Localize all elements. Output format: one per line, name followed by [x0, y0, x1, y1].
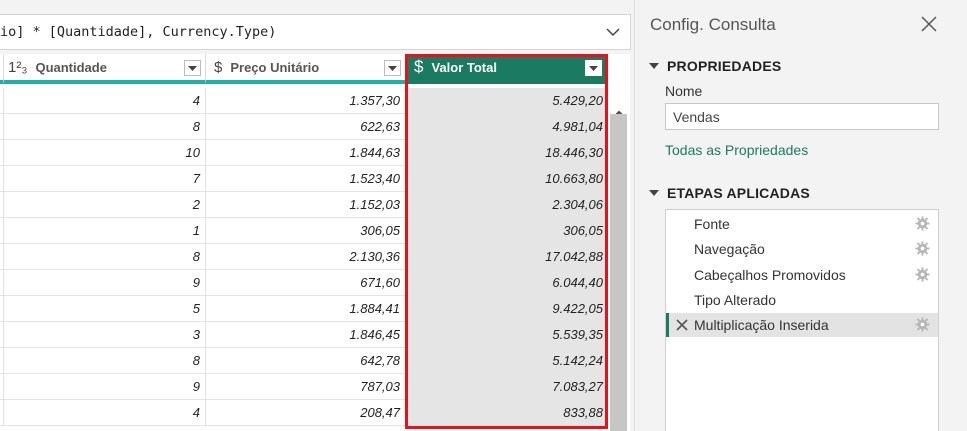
table-row[interactable]: 4 208,47 833,88: [0, 400, 630, 426]
cell-quantidade[interactable]: 8: [4, 244, 206, 270]
cell-valor-total[interactable]: 7.083,27: [406, 374, 607, 400]
cell-quantidade[interactable]: 3: [4, 322, 206, 348]
cell-preco-unitario[interactable]: 787,03: [206, 374, 406, 400]
gear-icon[interactable]: [915, 267, 930, 282]
applied-step-label: Fonte: [694, 216, 730, 232]
name-label: Nome: [665, 83, 703, 99]
cell-valor-total[interactable]: 5.539,35: [406, 322, 607, 348]
cell-preco-unitario[interactable]: 1.884,41: [206, 296, 406, 322]
applied-step[interactable]: Multiplicação Inserida: [666, 313, 938, 338]
cell-valor-total[interactable]: 2.304,06: [406, 192, 607, 218]
collapse-triangle-icon[interactable]: [649, 63, 659, 69]
cell-quantidade[interactable]: 2: [4, 192, 206, 218]
applied-step-label: Cabeçalhos Promovidos: [694, 266, 846, 283]
applied-step[interactable]: Fonte: [666, 212, 938, 236]
formula-text[interactable]: io] * [Quantidade], Currency.Type): [0, 24, 276, 40]
table-row[interactable]: 7 1.523,40 10.663,80: [0, 166, 630, 192]
column-header-quantidade[interactable]: 1²₃ Quantidade: [4, 54, 206, 84]
table-row[interactable]: 10 1.844,63 18.446,30: [0, 140, 630, 166]
cell-quantidade[interactable]: 9: [4, 374, 206, 400]
cell-quantidade[interactable]: 7: [4, 166, 206, 192]
whole-number-type-icon[interactable]: 1²₃: [8, 59, 27, 76]
applied-step-label: Navegação: [694, 241, 765, 258]
cell-quantidade[interactable]: 9: [4, 270, 206, 296]
data-grid: 1²₃ Quantidade $ Preço Unitário $ Valor …: [0, 54, 630, 431]
column-filter-button[interactable]: [585, 60, 602, 76]
cell-preco-unitario[interactable]: 671,60: [206, 270, 406, 296]
cell-quantidade[interactable]: 5: [4, 296, 206, 322]
vertical-scrollbar[interactable]: [607, 84, 630, 431]
cell-quantidade[interactable]: 8: [4, 114, 206, 140]
cell-preco-unitario[interactable]: 1.152,03: [206, 192, 406, 218]
cell-valor-total[interactable]: 6.044,40: [406, 270, 607, 296]
cell-valor-total[interactable]: 4.981,04: [406, 114, 607, 140]
cell-valor-total[interactable]: 5.142,24: [406, 348, 607, 374]
cell-preco-unitario[interactable]: 642,78: [206, 348, 406, 374]
column-header-label: Valor Total: [431, 59, 497, 75]
column-filter-button[interactable]: [384, 60, 401, 76]
table-row[interactable]: 5 1.884,41 9.422,05: [0, 296, 630, 322]
cell-valor-total[interactable]: 10.663,80: [406, 166, 607, 192]
column-filter-button[interactable]: [184, 60, 201, 76]
applied-step[interactable]: Navegação: [666, 237, 938, 261]
table-row[interactable]: 8 2.130,36 17.042,88: [0, 244, 630, 270]
table-row[interactable]: 9 787,03 7.083,27: [0, 374, 630, 400]
table-row[interactable]: 8 622,63 4.981,04: [0, 114, 630, 140]
applied-step[interactable]: Tipo Alterado: [666, 288, 938, 312]
cell-quantidade[interactable]: 10: [4, 140, 206, 166]
panel-title: Config. Consulta: [650, 15, 776, 34]
properties-section-header[interactable]: PROPRIEDADES: [649, 58, 781, 74]
cell-valor-total[interactable]: 5.429,20: [406, 88, 607, 114]
cell-preco-unitario[interactable]: 208,47: [206, 400, 406, 426]
cell-quantidade[interactable]: 4: [4, 88, 206, 114]
table-row[interactable]: 8 642,78 5.142,24: [0, 348, 630, 374]
gear-icon[interactable]: [915, 241, 930, 256]
cell-valor-total[interactable]: 9.422,05: [406, 296, 607, 322]
delete-step-icon[interactable]: [676, 318, 688, 331]
column-header-label: Preço Unitário: [230, 59, 320, 75]
all-properties-link[interactable]: Todas as Propriedades: [665, 142, 808, 158]
cell-preco-unitario[interactable]: 1.357,30: [206, 88, 406, 114]
query-settings-panel: Config. Consulta PROPRIEDADES Nome Todas…: [634, 0, 967, 431]
cell-quantidade[interactable]: 1: [4, 218, 206, 244]
applied-step[interactable]: Cabeçalhos Promovidos: [666, 263, 938, 287]
scrollbar-thumb[interactable]: [610, 114, 627, 431]
collapse-triangle-icon[interactable]: [649, 190, 659, 196]
applied-steps-section-header[interactable]: ETAPAS APLICADAS: [649, 185, 810, 201]
cell-quantidade[interactable]: 4: [4, 400, 206, 426]
query-name-input[interactable]: [665, 103, 939, 130]
table-row[interactable]: 3 1.846,45 5.539,35: [0, 322, 630, 348]
cell-preco-unitario[interactable]: 622,63: [206, 114, 406, 140]
column-header-label: Quantidade: [35, 59, 107, 75]
currency-type-icon[interactable]: $: [414, 57, 423, 77]
cell-quantidade[interactable]: 8: [4, 348, 206, 374]
formula-bar[interactable]: io] * [Quantidade], Currency.Type): [0, 14, 631, 50]
chevron-down-icon[interactable]: [604, 23, 622, 41]
cell-valor-total[interactable]: 306,05: [406, 218, 607, 244]
column-header-preco-unitario[interactable]: $ Preço Unitário: [206, 54, 406, 84]
table-row[interactable]: 9 671,60 6.044,40: [0, 270, 630, 296]
cell-preco-unitario[interactable]: 1.523,40: [206, 166, 406, 192]
section-title: PROPRIEDADES: [667, 58, 782, 74]
applied-steps-list: Fonte Navegação Cabeçalhos Promovidos Tipo …: [665, 209, 939, 431]
table-row[interactable]: 2 1.152,03 2.304,06: [0, 192, 630, 218]
column-header-valor-total[interactable]: $ Valor Total: [406, 54, 607, 84]
applied-step-label: Tipo Alterado: [694, 291, 776, 308]
table-row[interactable]: 1 306,05 306,05: [0, 218, 630, 244]
gear-icon[interactable]: [915, 216, 930, 231]
query-editor-area: io] * [Quantidade], Currency.Type) 1²₃ Q…: [0, 0, 634, 431]
close-icon[interactable]: [918, 13, 940, 35]
cell-preco-unitario[interactable]: 2.130,36: [206, 244, 406, 270]
applied-step-label: Multiplicação Inserida: [694, 317, 829, 334]
table-row[interactable]: 4 1.357,30 5.429,20: [0, 88, 630, 114]
currency-type-icon[interactable]: $: [214, 59, 222, 76]
cell-valor-total[interactable]: 18.446,30: [406, 140, 607, 166]
gear-icon[interactable]: [915, 317, 930, 332]
cell-valor-total[interactable]: 833,88: [406, 400, 607, 426]
cell-preco-unitario[interactable]: 306,05: [206, 218, 406, 244]
cell-valor-total[interactable]: 17.042,88: [406, 244, 607, 270]
cell-preco-unitario[interactable]: 1.844,63: [206, 140, 406, 166]
cell-preco-unitario[interactable]: 1.846,45: [206, 322, 406, 348]
section-title: ETAPAS APLICADAS: [667, 185, 810, 201]
